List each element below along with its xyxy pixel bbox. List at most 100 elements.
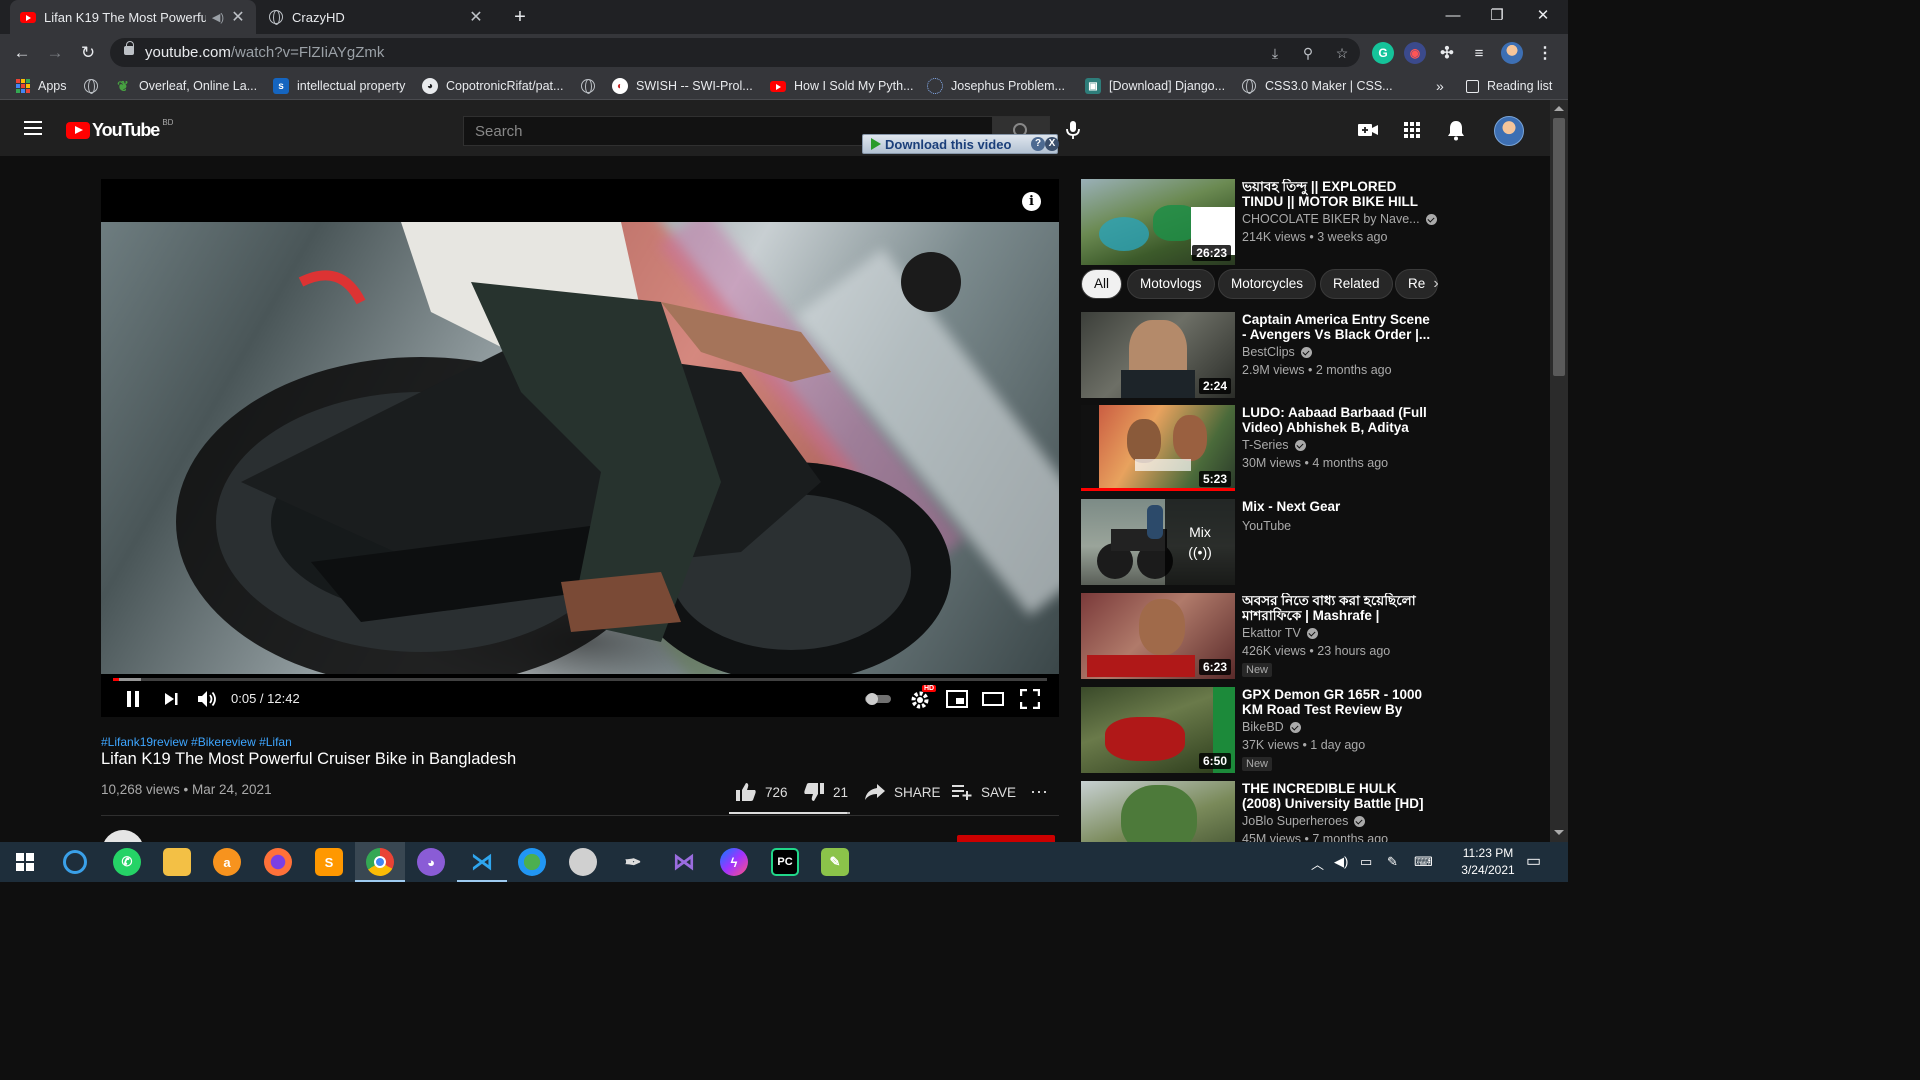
menu-kebab-icon[interactable]: ⋮ bbox=[1534, 42, 1556, 64]
chip-related[interactable]: Related bbox=[1320, 269, 1393, 299]
chevron-up-icon[interactable]: ︿ bbox=[1311, 854, 1324, 873]
apps-grid-icon[interactable] bbox=[1400, 118, 1424, 142]
video-title[interactable]: অবসর নিতে বাধ্য করা হয়েছিলো মাশরাফিকে |… bbox=[1242, 593, 1434, 623]
settings-button[interactable]: HD bbox=[907, 685, 937, 711]
bookmark-django[interactable]: ▣ [Download] Django... bbox=[1085, 76, 1225, 96]
zoom-icon[interactable]: ⚲ bbox=[1298, 43, 1318, 63]
scrollbar-thumb[interactable] bbox=[1553, 118, 1565, 376]
chip-motorcycles[interactable]: Motorcycles bbox=[1218, 269, 1317, 299]
pause-button[interactable] bbox=[121, 687, 145, 711]
media-controls-icon[interactable]: ≡ bbox=[1468, 42, 1490, 64]
url-text[interactable]: youtube.com/watch?v=FlZIiAYgZmk bbox=[145, 44, 384, 61]
close-tab-icon[interactable]: ✕ bbox=[468, 7, 484, 27]
close-tab-icon[interactable]: ✕ bbox=[230, 7, 246, 27]
paint-icon[interactable] bbox=[569, 848, 597, 876]
microphone-icon[interactable] bbox=[1065, 120, 1081, 140]
install-app-icon[interactable]: ⤓ bbox=[1265, 43, 1285, 63]
whatsapp-icon[interactable]: ✆ bbox=[113, 848, 141, 876]
tab-youtube[interactable]: Lifan K19 The Most Powerful ◀) ✕ bbox=[10, 0, 256, 34]
bookmark-star-icon[interactable]: ☆ bbox=[1332, 43, 1352, 63]
chrome-icon[interactable] bbox=[366, 848, 394, 876]
video-thumbnail[interactable]: 5:23 bbox=[1081, 405, 1235, 491]
channel-name[interactable]: T-Series bbox=[1242, 438, 1306, 452]
chevron-right-icon[interactable]: › bbox=[1425, 273, 1447, 295]
pen-icon[interactable]: ✎ bbox=[1387, 854, 1398, 870]
miniplayer-button[interactable] bbox=[944, 687, 970, 711]
network-icon[interactable]: ▭ bbox=[1360, 854, 1372, 870]
keyboard-icon[interactable]: ⌨ bbox=[1414, 854, 1433, 870]
video-thumbnail[interactable]: 2:24 bbox=[1081, 312, 1235, 398]
video-title[interactable]: GPX Demon GR 165R - 1000 KM Road Test Re… bbox=[1242, 687, 1434, 717]
download-close-button[interactable]: X bbox=[1045, 137, 1059, 151]
github-desktop-icon[interactable]: ◕ bbox=[417, 848, 445, 876]
chip-motovlogs[interactable]: Motovlogs bbox=[1127, 269, 1215, 299]
chip-all[interactable]: All bbox=[1081, 269, 1123, 299]
new-tab-button[interactable]: + bbox=[508, 5, 532, 29]
sidebar-video[interactable]: 6:50 GPX Demon GR 165R - 1000 KM Road Te… bbox=[1081, 687, 1461, 775]
tab-audio-icon[interactable]: ◀) bbox=[212, 11, 224, 24]
dislike-button[interactable]: 21 bbox=[803, 780, 848, 804]
bookmarks-overflow-button[interactable]: » bbox=[1436, 76, 1444, 96]
notifications-icon[interactable]: ▭ bbox=[1526, 851, 1541, 871]
theater-mode-button[interactable] bbox=[980, 687, 1006, 711]
hamburger-menu-icon[interactable] bbox=[24, 121, 42, 135]
download-video-button[interactable]: Download this video bbox=[863, 137, 1011, 152]
reload-icon[interactable]: ↻ bbox=[75, 40, 101, 66]
save-button[interactable]: SAVE bbox=[951, 780, 1016, 804]
volume-tray-icon[interactable]: ◀) bbox=[1334, 854, 1348, 870]
messenger-icon[interactable]: ϟ bbox=[720, 848, 748, 876]
autoplay-toggle[interactable] bbox=[863, 687, 893, 711]
tab-crazyhd[interactable]: CrazyHD ✕ bbox=[258, 0, 494, 34]
fullscreen-button[interactable] bbox=[1017, 687, 1043, 711]
video-hashtags[interactable]: #Lifank19review #Bikereview #Lifan bbox=[101, 735, 292, 749]
cortana-icon[interactable] bbox=[63, 850, 87, 874]
avast-icon[interactable]: a bbox=[213, 848, 241, 876]
scroll-up-arrow-icon[interactable] bbox=[1554, 106, 1564, 111]
video-info-button[interactable]: i bbox=[1022, 192, 1041, 211]
sidebar-video-top[interactable]: 26:23 ভয়াবহ তিন্দু || EXPLORED TINDU ||… bbox=[1081, 179, 1461, 267]
video-thumbnail[interactable]: 26:23 bbox=[1081, 179, 1235, 265]
file-explorer-icon[interactable] bbox=[163, 848, 191, 876]
video-title[interactable]: THE INCREDIBLE HULK (2008) University Ba… bbox=[1242, 781, 1434, 811]
close-window-button[interactable]: ✕ bbox=[1520, 0, 1566, 34]
pycharm-icon[interactable]: PC bbox=[771, 848, 799, 876]
more-actions-icon[interactable]: ⋯ bbox=[1030, 780, 1048, 804]
sidebar-video[interactable]: 5:23 LUDO: Aabaad Barbaad (Full Video) A… bbox=[1081, 405, 1461, 493]
address-bar[interactable]: youtube.com/watch?v=FlZIiAYgZmk ⤓ ⚲ ☆ bbox=[110, 38, 1360, 67]
bookmark-intellectual-property[interactable]: s intellectual property bbox=[273, 76, 405, 96]
video-title[interactable]: ভয়াবহ তিন্দু || EXPLORED TINDU || MOTOR… bbox=[1242, 179, 1434, 209]
create-video-icon[interactable] bbox=[1356, 118, 1380, 142]
sidebar-mix[interactable]: Mix ((•)) Mix - Next Gear YouTube bbox=[1081, 499, 1461, 587]
taskbar-clock[interactable]: 11:23 PM 3/24/2021 bbox=[1440, 845, 1536, 879]
restore-button[interactable]: ❐ bbox=[1474, 0, 1520, 34]
bookmark-apps[interactable]: Apps bbox=[16, 76, 67, 96]
sidebar-video[interactable]: 2:24 Captain America Entry Scene - Aveng… bbox=[1081, 312, 1461, 400]
visual-studio-icon[interactable]: ⋈ bbox=[670, 848, 698, 876]
video-title[interactable]: Mix - Next Gear bbox=[1242, 499, 1434, 514]
video-progress-bar[interactable] bbox=[113, 678, 1047, 681]
bookmark-globe-2[interactable] bbox=[580, 76, 604, 96]
next-video-button[interactable] bbox=[159, 687, 183, 711]
grammarly-icon[interactable]: G bbox=[1372, 42, 1394, 64]
minimize-button[interactable]: — bbox=[1430, 0, 1476, 34]
notepad-icon[interactable]: ✎ bbox=[821, 848, 849, 876]
channel-name[interactable]: BikeBD bbox=[1242, 720, 1301, 734]
reading-list-button[interactable]: Reading list bbox=[1466, 76, 1552, 96]
sidebar-video[interactable]: 6:23 অবসর নিতে বাধ্য করা হয়েছিলো মাশরাফ… bbox=[1081, 593, 1461, 681]
video-player[interactable]: i 0:05 / 12:42 HD bbox=[101, 179, 1059, 717]
channel-name[interactable]: BestClips bbox=[1242, 345, 1312, 359]
video-title[interactable]: LUDO: Aabaad Barbaad (Full Video) Abhish… bbox=[1242, 405, 1434, 435]
video-title[interactable]: Captain America Entry Scene - Avengers V… bbox=[1242, 312, 1434, 342]
channel-name[interactable]: Ekattor TV bbox=[1242, 626, 1318, 640]
user-avatar[interactable] bbox=[1494, 116, 1524, 146]
notifications-bell-icon[interactable] bbox=[1444, 118, 1468, 142]
sublime-icon[interactable]: S bbox=[315, 848, 343, 876]
like-button[interactable]: 726 bbox=[735, 780, 788, 804]
forward-arrow-icon[interactable]: → bbox=[42, 40, 68, 66]
maps-icon[interactable] bbox=[518, 848, 546, 876]
video-thumbnail[interactable]: 6:23 bbox=[1081, 593, 1235, 679]
bookmark-josephus[interactable]: Josephus Problem... bbox=[927, 76, 1065, 96]
bookmark-swish[interactable]: ◐ SWISH -- SWI-Prol... bbox=[612, 76, 753, 96]
bookmark-globe[interactable] bbox=[83, 76, 107, 96]
channel-name[interactable]: JoBlo Superheroes bbox=[1242, 814, 1366, 828]
